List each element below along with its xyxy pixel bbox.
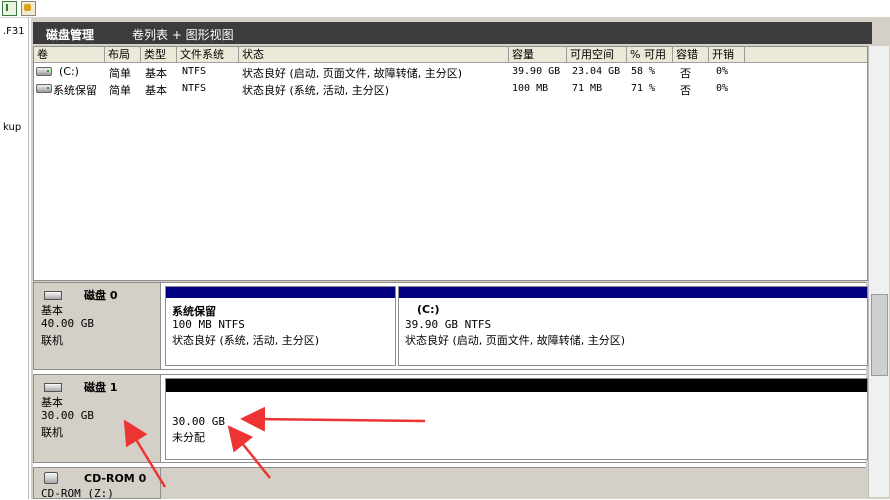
volume-capacity: 39.90 GB xyxy=(512,66,561,77)
volume-row[interactable]: (C:) 简单 基本 NTFS 状态良好 (启动, 页面文件, 故障转储, 主分… xyxy=(34,63,867,80)
volume-fault-tolerance: 否 xyxy=(680,84,691,97)
disk-partitions: 30.00 GB 未分配 xyxy=(161,374,868,463)
pane-title-bar: 磁盘管理 卷列表 + 图形视图 xyxy=(33,22,872,44)
partition-system-reserved[interactable]: 系统保留 100 MB NTFS 状态良好 (系统, 活动, 主分区) xyxy=(165,286,396,366)
volume-name: 系统保留 xyxy=(53,84,97,97)
volume-row[interactable]: 系统保留 简单 基本 NTFS 状态良好 (系统, 活动, 主分区) 100 M… xyxy=(34,80,867,97)
volume-layout: 简单 xyxy=(109,84,131,97)
disk-icon xyxy=(44,383,62,392)
column-header-capacity[interactable]: 容量 xyxy=(509,47,567,62)
column-header-status[interactable]: 状态 xyxy=(239,47,509,62)
volume-name: (C:) xyxy=(59,65,79,78)
disk-label[interactable]: 磁盘 0 基本 40.00 GB 联机 xyxy=(33,282,161,370)
properties-icon[interactable] xyxy=(21,1,36,16)
volume-status: 状态良好 (系统, 活动, 主分区) xyxy=(242,84,390,97)
scrollbar-thumb[interactable] xyxy=(871,294,888,376)
disk-row: 磁盘 1 基本 30.00 GB 联机 30.00 GB 未分配 xyxy=(33,374,868,463)
vertical-scrollbar[interactable] xyxy=(868,46,889,497)
disk-type: 基本 xyxy=(41,396,63,409)
disk-icon xyxy=(44,291,62,300)
cdrom-icon xyxy=(44,472,58,484)
cdrom-label[interactable]: CD-ROM 0 CD-ROM (Z:) xyxy=(33,467,161,500)
column-header-free-space[interactable]: 可用空间 xyxy=(567,47,627,62)
partition-name: 系统保留 xyxy=(172,305,216,318)
column-header-fault-tolerance[interactable]: 容错 xyxy=(673,47,709,62)
volume-percent-free: 58 % xyxy=(631,66,656,77)
partition-size: 39.90 GB NTFS xyxy=(405,318,492,331)
disk-management-pane: 磁盘管理 卷列表 + 图形视图 卷 布局 类型 文件系统 状态 容量 可用空间 … xyxy=(31,18,890,500)
volume-fault-tolerance: 否 xyxy=(680,67,691,80)
volume-filesystem: NTFS xyxy=(182,83,207,94)
volume-icon xyxy=(36,84,52,93)
unallocated-space[interactable]: 30.00 GB 未分配 xyxy=(165,378,868,460)
partition-c[interactable]: (C:) 39.90 GB NTFS 状态良好 (启动, 页面文件, 故障转储,… xyxy=(398,286,868,366)
volume-capacity: 100 MB xyxy=(512,83,549,94)
disk-partitions: 系统保留 100 MB NTFS 状态良好 (系统, 活动, 主分区) (C:)… xyxy=(161,282,868,370)
disk-row: CD-ROM 0 CD-ROM (Z:) xyxy=(33,467,866,500)
partition-status: 状态良好 (系统, 活动, 主分区) xyxy=(172,334,320,347)
disk-name: 磁盘 0 xyxy=(84,289,118,302)
volume-overhead: 0% xyxy=(716,66,729,77)
disk-type: 基本 xyxy=(41,304,63,317)
disk-state: 联机 xyxy=(41,334,63,347)
partition-name: (C:) xyxy=(417,303,440,316)
volume-type: 基本 xyxy=(145,67,167,80)
volume-free-space: 71 MB xyxy=(572,83,603,94)
column-header-type[interactable]: 类型 xyxy=(141,47,177,62)
unallocated-bar xyxy=(166,379,867,392)
volume-overhead: 0% xyxy=(716,83,729,94)
disk-name: 磁盘 1 xyxy=(84,381,118,394)
partition-status: 状态良好 (启动, 页面文件, 故障转储, 主分区) xyxy=(405,334,626,347)
disk-label[interactable]: 磁盘 1 基本 30.00 GB 联机 xyxy=(33,374,161,463)
graphical-disk-view: 磁盘 0 基本 40.00 GB 联机 系统保留 100 MB NTFS 状态良… xyxy=(33,282,868,500)
column-header-percent-free[interactable]: % 可用 xyxy=(627,47,673,62)
primary-partition-bar xyxy=(399,287,867,298)
disk-row: 磁盘 0 基本 40.00 GB 联机 系统保留 100 MB NTFS 状态良… xyxy=(33,282,868,370)
unallocated-label: 未分配 xyxy=(172,431,205,444)
disk-size: 40.00 GB xyxy=(41,317,94,330)
column-header-overhead[interactable]: 开销 xyxy=(709,47,745,62)
column-header-volume[interactable]: 卷 xyxy=(34,47,105,62)
cdrom-drive: CD-ROM (Z:) xyxy=(41,487,114,500)
volume-list-header: 卷 布局 类型 文件系统 状态 容量 可用空间 % 可用 容错 开销 xyxy=(34,47,867,63)
partition-size: 100 MB NTFS xyxy=(172,318,245,331)
pane-title: 磁盘管理 xyxy=(46,28,95,42)
cdrom-name: CD-ROM 0 xyxy=(84,472,147,485)
volume-free-space: 23.04 GB xyxy=(572,66,621,77)
volume-percent-free: 71 % xyxy=(631,83,656,94)
disk-size: 30.00 GB xyxy=(41,409,94,422)
column-header-filesystem[interactable]: 文件系统 xyxy=(177,47,239,62)
unallocated-size: 30.00 GB xyxy=(172,415,225,428)
tree-item[interactable]: kup xyxy=(3,122,21,133)
volume-status: 状态良好 (启动, 页面文件, 故障转储, 主分区) xyxy=(242,67,463,80)
column-header-layout[interactable]: 布局 xyxy=(105,47,141,62)
volume-list: 卷 布局 类型 文件系统 状态 容量 可用空间 % 可用 容错 开销 (C:) … xyxy=(33,46,868,281)
view-label: 卷列表 + 图形视图 xyxy=(132,28,234,42)
volume-type: 基本 xyxy=(145,84,167,97)
tree-item[interactable]: .F31 xyxy=(3,26,25,37)
primary-partition-bar xyxy=(166,287,395,298)
volume-filesystem: NTFS xyxy=(182,66,207,77)
toolbar xyxy=(0,0,890,18)
console-tree: .F31 kup xyxy=(0,18,29,499)
show-hide-tree-icon[interactable] xyxy=(2,1,17,16)
volume-icon xyxy=(36,67,52,76)
cdrom-media xyxy=(161,467,866,499)
disk-state: 联机 xyxy=(41,426,63,439)
volume-layout: 简单 xyxy=(109,67,131,80)
